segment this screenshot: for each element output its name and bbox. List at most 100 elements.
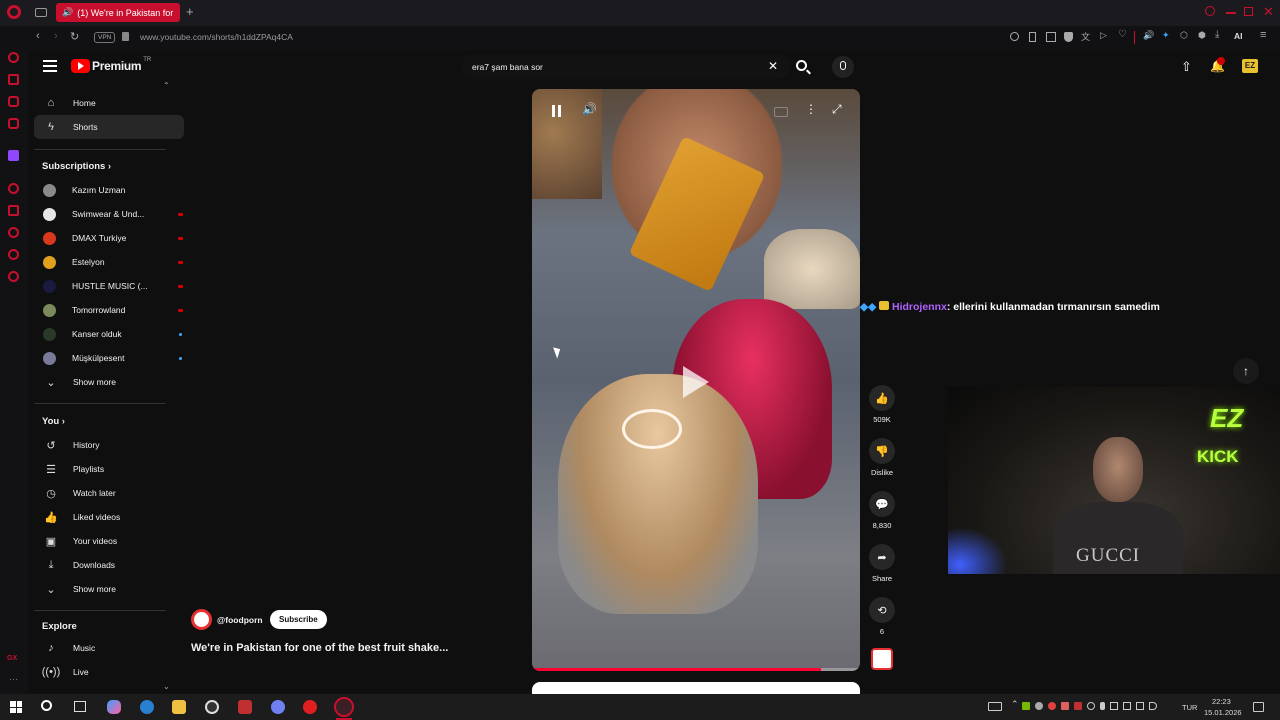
maximize-icon[interactable] — [1244, 7, 1253, 16]
like-icon[interactable]: 👍 — [869, 385, 895, 411]
notifications-icon[interactable] — [1253, 702, 1264, 712]
translate-icon[interactable]: 文 — [1081, 30, 1090, 43]
edge-icon[interactable] — [140, 700, 154, 714]
arrow-up-icon[interactable]: ↑ — [1233, 358, 1259, 384]
sidebar-item-music[interactable]: ♪ Music — [34, 636, 184, 660]
show-more-you[interactable]: ⌄ Show more — [34, 577, 184, 601]
obs-icon[interactable] — [205, 700, 219, 714]
mic-icon[interactable] — [832, 56, 854, 78]
ai-button[interactable]: AI — [1234, 31, 1243, 41]
snapshot-icon[interactable] — [1046, 32, 1056, 42]
subscription-item[interactable]: DMAX Turkiye — [34, 226, 184, 250]
short-title[interactable]: We're in Pakistan for one of the best fr… — [191, 642, 448, 654]
comments-action[interactable]: 💬 8,830 — [866, 491, 898, 530]
browser-menu-icon[interactable]: ≡ — [1260, 29, 1266, 41]
messenger-icon[interactable] — [8, 52, 19, 63]
sidebar-item-liked-videos[interactable]: 👍 Liked videos — [34, 505, 184, 529]
short-video-player[interactable]: 🔊 ⋮ ⤢ — [532, 89, 860, 671]
language-indicator[interactable]: TUR — [1182, 703, 1197, 712]
windows-icon[interactable] — [10, 701, 22, 713]
download-browser-icon[interactable]: ⤓ — [1215, 29, 1219, 40]
extension-icon[interactable]: ✦ — [1162, 30, 1170, 41]
clock-date[interactable]: 15.01.2026 — [1204, 708, 1242, 717]
task-view-icon[interactable] — [74, 701, 86, 712]
dislike-icon[interactable]: 👎 — [869, 438, 895, 464]
sound-avatar[interactable] — [871, 648, 893, 670]
avatar[interactable]: EZ — [1242, 59, 1258, 73]
pause-icon[interactable] — [550, 104, 564, 118]
search-input[interactable]: era7 şam bana sor — [461, 55, 791, 79]
subscription-item[interactable]: Swimwear & Und... — [34, 202, 184, 226]
tray-chevron-icon[interactable]: ⌃ — [1011, 699, 1019, 710]
whatsapp-icon[interactable] — [8, 74, 19, 85]
channel-name[interactable]: @foodporn — [217, 615, 263, 625]
wallet-icon[interactable]: ⬢ — [1198, 30, 1206, 41]
captions-icon[interactable] — [774, 107, 788, 117]
history-side-icon[interactable] — [8, 227, 19, 238]
tray-app-icon[interactable] — [1110, 702, 1118, 710]
like-action[interactable]: 👍 509K — [866, 385, 898, 424]
subscription-item[interactable]: Kazım Uzman — [34, 178, 184, 202]
share-action[interactable]: ➦ Share — [866, 544, 898, 583]
scroll-down-icon[interactable]: ⌄ — [163, 682, 170, 691]
nvidia-icon[interactable] — [1022, 702, 1030, 710]
dislike-action[interactable]: 👎 Dislike — [866, 438, 898, 477]
fullscreen-icon[interactable]: ⤢ — [832, 102, 842, 117]
sidebar-item-watch-later[interactable]: ◷ Watch later — [34, 481, 184, 505]
puzzle-icon[interactable]: ⬡ — [1180, 30, 1188, 41]
remix-action[interactable]: ⟲ 6 — [866, 597, 898, 636]
volume-ext-icon[interactable]: 🔊 — [1143, 30, 1154, 41]
sidebar-item-downloads[interactable]: ⤓ Downloads — [34, 553, 184, 577]
more-side-icon[interactable]: ··· — [9, 674, 18, 684]
sidebar-item-home[interactable]: ⌂ Home — [34, 91, 184, 115]
gx-icon[interactable]: GX — [7, 655, 17, 662]
subscription-item[interactable]: Tomorrowland — [34, 298, 184, 322]
reload-icon[interactable]: ↻ — [70, 30, 79, 43]
subscription-item[interactable]: HUSTLE MUSIC (... — [34, 274, 184, 298]
sidebar-item-shorts[interactable]: ϟ Shorts — [34, 115, 184, 139]
heart-icon[interactable]: ♡ — [1118, 29, 1127, 40]
subscription-item[interactable]: Kanser olduk — [34, 322, 184, 346]
show-more-subscriptions[interactable]: ⌄ Show more — [34, 370, 184, 394]
settings-side-icon[interactable] — [8, 271, 19, 282]
sidebar-item-your-videos[interactable]: ▣ Your videos — [34, 529, 184, 553]
keyboard-icon[interactable] — [988, 702, 1002, 711]
tray-app-icon[interactable] — [1048, 702, 1056, 710]
globe-icon[interactable] — [1087, 702, 1095, 710]
close-window-icon[interactable]: ✕ — [1263, 4, 1274, 20]
search-tabs-icon[interactable] — [1205, 6, 1215, 16]
tray-app-icon[interactable] — [1123, 702, 1131, 710]
extensions-side-icon[interactable] — [8, 249, 19, 260]
taskbar-search-icon[interactable] — [41, 700, 52, 711]
remix-icon[interactable]: ⟲ — [869, 597, 895, 623]
zoom-icon[interactable] — [1010, 32, 1019, 41]
you-heading[interactable]: You › — [42, 416, 65, 427]
sidebar-item-live[interactable]: ((•)) Live — [34, 660, 184, 684]
progress-bar[interactable] — [532, 668, 860, 671]
network-icon[interactable] — [1136, 702, 1144, 710]
search-icon[interactable] — [796, 60, 811, 75]
channel-avatar[interactable] — [191, 609, 212, 630]
sidebar-item-playlists[interactable]: ☰ Playlists — [34, 457, 184, 481]
subscription-item[interactable]: Estelyon — [34, 250, 184, 274]
opera-taskbar-icon[interactable] — [303, 700, 317, 714]
subscribe-button[interactable]: Subscribe — [270, 610, 327, 629]
twitch-icon[interactable] — [8, 150, 19, 161]
active-tab[interactable]: 🔊 (1) We're in Pakistan for — [56, 3, 180, 22]
discord-icon[interactable] — [271, 700, 285, 714]
url-field[interactable]: www.youtube.com/shorts/h1ddZPAq4CA — [140, 32, 293, 42]
forward-icon[interactable]: › — [54, 30, 58, 42]
tray-app-icon[interactable] — [1061, 702, 1069, 710]
play-icon[interactable]: ▷ — [1100, 30, 1107, 41]
clear-search-icon[interactable]: ✕ — [768, 59, 778, 73]
pinboard-icon[interactable] — [8, 205, 19, 216]
shield-icon[interactable] — [1064, 32, 1073, 42]
share-icon[interactable]: ➦ — [869, 544, 895, 570]
subscription-item[interactable]: Müşkülpesent — [34, 346, 184, 370]
workspaces-icon[interactable] — [35, 8, 47, 17]
volume-icon[interactable]: 🔊 — [582, 102, 597, 116]
more-icon[interactable]: ⋮ — [805, 102, 817, 116]
instagram-icon[interactable] — [8, 96, 19, 107]
bookmark-icon[interactable] — [1029, 32, 1036, 42]
player-icon[interactable] — [8, 183, 19, 194]
